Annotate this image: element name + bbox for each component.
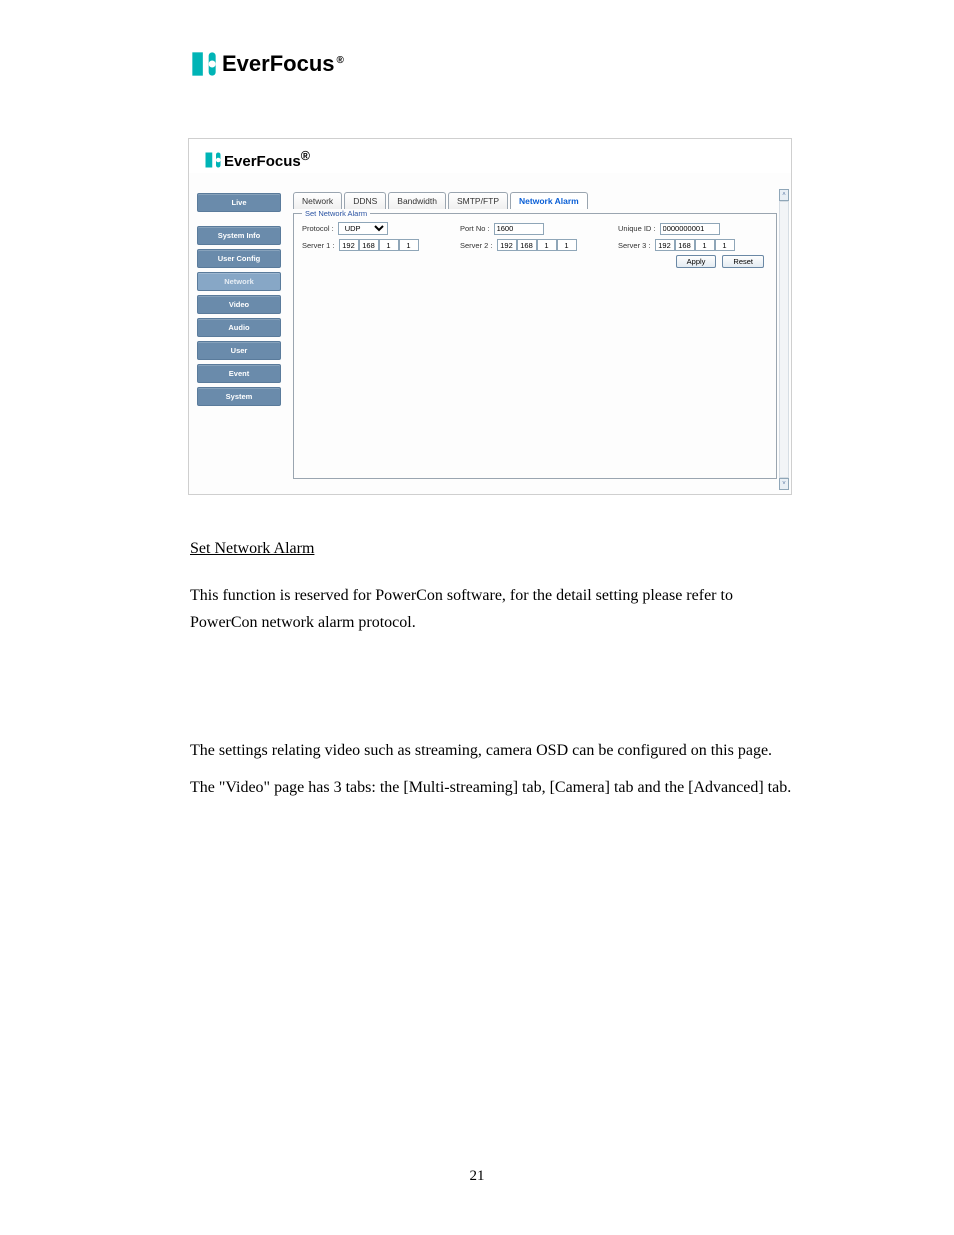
- everfocus-logo-icon: [204, 151, 222, 169]
- tab-smtp-ftp[interactable]: SMTP/FTP: [448, 192, 508, 209]
- everfocus-logo-icon: [190, 50, 218, 78]
- server2-ip-oct3[interactable]: [537, 239, 557, 251]
- reset-button[interactable]: Reset: [722, 255, 764, 268]
- scroll-up-icon[interactable]: ˄: [779, 189, 789, 201]
- subheading: Set Network Alarm: [190, 535, 794, 562]
- protocol-field: Protocol : UDP: [302, 222, 452, 235]
- sidebar-item-user[interactable]: User: [197, 341, 281, 360]
- scroll-down-icon[interactable]: ˅: [779, 478, 789, 490]
- brand-wordmark: EverFocus®: [222, 51, 344, 77]
- server1-ip-oct4[interactable]: [399, 239, 419, 251]
- port-label: Port No :: [460, 224, 490, 233]
- protocol-label: Protocol :: [302, 224, 334, 233]
- protocol-select[interactable]: UDP: [338, 222, 388, 235]
- sidebar-item-event[interactable]: Event: [197, 364, 281, 383]
- server3-ip-oct1[interactable]: [655, 239, 675, 251]
- server3-ip-oct3[interactable]: [695, 239, 715, 251]
- apply-button[interactable]: Apply: [676, 255, 717, 268]
- unique-id-field: Unique ID :: [618, 223, 768, 235]
- sidebar: Live System Info User Config Network Vid…: [197, 193, 281, 406]
- body-text: Set Network Alarm This function is reser…: [190, 535, 794, 801]
- server1-ip-oct3[interactable]: [379, 239, 399, 251]
- scroll-track[interactable]: [779, 201, 789, 478]
- sidebar-item-system-info[interactable]: System Info: [197, 226, 281, 245]
- network-alarm-screenshot: EverFocus® Live System Info User Config …: [188, 138, 792, 495]
- server1-ip-oct2[interactable]: [359, 239, 379, 251]
- tab-network[interactable]: Network: [293, 192, 342, 209]
- tab-bandwidth[interactable]: Bandwidth: [388, 192, 446, 209]
- set-network-alarm-fieldset: Set Network Alarm Protocol : UDP Port No…: [293, 209, 777, 479]
- main-panel: Network DDNS Bandwidth SMTP/FTP Network …: [293, 189, 777, 479]
- server3-ip-oct4[interactable]: [715, 239, 735, 251]
- tab-network-alarm[interactable]: Network Alarm: [510, 192, 588, 209]
- tabs: Network DDNS Bandwidth SMTP/FTP Network …: [293, 189, 777, 209]
- server2-label: Server 2 :: [460, 241, 493, 250]
- server1-field: Server 1 :: [302, 239, 452, 251]
- ui-header: EverFocus®: [189, 139, 791, 173]
- paragraph-3: The "Video" page has 3 tabs: the [Multi-…: [190, 774, 794, 801]
- sidebar-item-video[interactable]: Video: [197, 295, 281, 314]
- server3-field: Server 3 :: [618, 239, 768, 251]
- server2-ip-oct1[interactable]: [497, 239, 517, 251]
- sidebar-item-live[interactable]: Live: [197, 193, 281, 212]
- server1-label: Server 1 :: [302, 241, 335, 250]
- port-field: Port No :: [460, 223, 610, 235]
- port-input[interactable]: [494, 223, 544, 235]
- ui-logo: EverFocus®: [204, 149, 310, 170]
- server2-field: Server 2 :: [460, 239, 610, 251]
- unique-id-label: Unique ID :: [618, 224, 656, 233]
- sidebar-item-system[interactable]: System: [197, 387, 281, 406]
- server2-ip-oct2[interactable]: [517, 239, 537, 251]
- scrollbar[interactable]: ˄ ˅: [779, 189, 789, 490]
- sidebar-item-user-config[interactable]: User Config: [197, 249, 281, 268]
- paragraph-2: The settings relating video such as stre…: [190, 737, 794, 764]
- fieldset-legend: Set Network Alarm: [302, 209, 370, 218]
- server3-label: Server 3 :: [618, 241, 651, 250]
- paragraph-1: This function is reserved for PowerCon s…: [190, 582, 794, 636]
- tab-ddns[interactable]: DDNS: [344, 192, 386, 209]
- server1-ip-oct1[interactable]: [339, 239, 359, 251]
- page-number: 21: [0, 1168, 954, 1185]
- page-brand: EverFocus®: [190, 50, 864, 78]
- sidebar-item-audio[interactable]: Audio: [197, 318, 281, 337]
- unique-id-input[interactable]: [660, 223, 720, 235]
- server2-ip-oct4[interactable]: [557, 239, 577, 251]
- server3-ip-oct2[interactable]: [675, 239, 695, 251]
- sidebar-item-network[interactable]: Network: [197, 272, 281, 291]
